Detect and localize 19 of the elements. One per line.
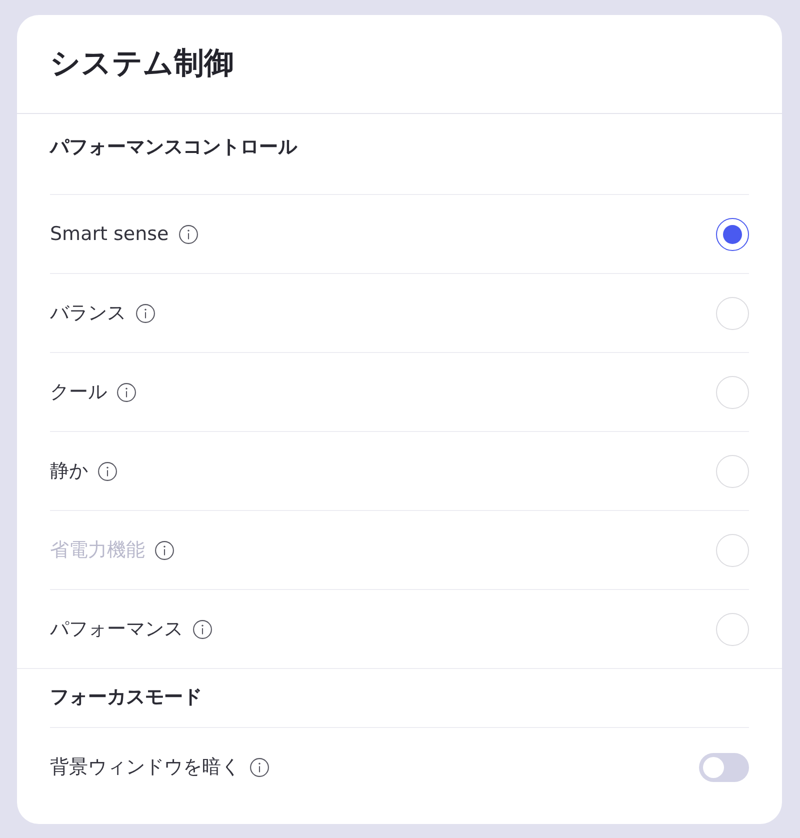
option-label: クール <box>50 380 107 405</box>
info-icon[interactable] <box>155 540 174 560</box>
toggle-switch[interactable] <box>699 752 749 782</box>
info-icon[interactable] <box>136 304 155 322</box>
section-heading: パフォーマンスコントロール <box>50 135 297 160</box>
info-icon[interactable] <box>117 382 136 402</box>
option-label: 省電力機能 <box>50 538 145 563</box>
info-icon[interactable] <box>178 224 198 244</box>
option-label: パフォーマンス <box>50 617 183 642</box>
info-icon[interactable] <box>250 758 269 776</box>
info-icon[interactable] <box>98 462 117 480</box>
option-label: 静か <box>50 459 88 484</box>
option-label: Smart sense <box>50 222 169 247</box>
panel-title: システム制御 <box>50 45 234 83</box>
radio-button[interactable] <box>716 218 749 250</box>
option-label: バランス <box>50 301 126 326</box>
section-heading: フォーカスモード <box>50 685 202 710</box>
option-label: 背景ウィンドウを暗く <box>50 755 240 780</box>
info-icon[interactable] <box>193 620 212 638</box>
